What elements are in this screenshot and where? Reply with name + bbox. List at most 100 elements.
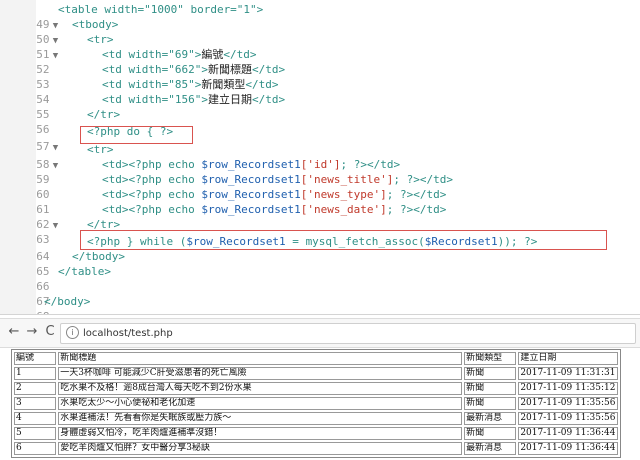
forward-arrow-icon[interactable]: → <box>24 324 40 340</box>
code-token: </table> <box>58 265 111 278</box>
code-token: <td> <box>102 188 129 201</box>
code-token: ['news_type'] <box>300 188 387 201</box>
code-text: 建立日期 <box>207 93 252 106</box>
cell-id: 2 <box>14 382 57 395</box>
code-editor[interactable]: 49 ▼ <table width="1000" border="1"> 50 ▼ … <box>0 0 640 315</box>
cell-title: 水果吃太少～小心便祕和老化加速 <box>58 397 463 410</box>
address-bar[interactable]: i localhost/test.php <box>60 323 636 344</box>
table-row: 5 身體虛弱又怕冷，吃羊肉爐進補準沒錯！ 新聞 2017-11-09 11:36… <box>14 427 618 440</box>
code-token: ['news_date'] <box>300 203 387 216</box>
cell-title: 水果進補法！先看看你是失眠族或壓力族～ <box>58 412 463 425</box>
code-line: 62 ▼ <td><?php echo $row_Recordset1['news… <box>0 202 446 231</box>
code-line: 68 </body> <box>0 294 90 314</box>
code-line: 65 </tbody> <box>0 249 125 278</box>
code-token: </tr> <box>87 108 121 121</box>
column-header: 編號 <box>14 352 57 365</box>
code-token: </tbody> <box>72 250 125 263</box>
code-token: <td width="85"> <box>102 78 202 91</box>
code-token: </td> <box>413 203 447 216</box>
code-token: $row_Recordset1 <box>201 203 301 216</box>
code-line: 64 <?php } while ($row_Recordset1 = mysq… <box>0 234 537 263</box>
info-icon[interactable]: i <box>66 325 79 339</box>
column-header: 新聞類型 <box>464 352 517 365</box>
code-token: ['news_title'] <box>300 173 394 186</box>
table-row: 1 一天3杯咖啡 可能減少C肝受滋患者的死亡風險 新聞 2017-11-09 1… <box>14 367 618 380</box>
code-token: </td> <box>251 63 286 76</box>
code-token: </td> <box>419 173 454 186</box>
code-token: <td width="156"> <box>102 93 208 106</box>
cell-title: 身體虛弱又怕冷，吃羊肉爐進補準沒錯！ <box>58 427 463 440</box>
cell-date: 2017-11-09 11:35:56 <box>518 397 618 410</box>
code-token: <tbody> <box>72 18 119 31</box>
code-line: 66 </table> <box>0 264 111 293</box>
code-line: 60 <td><?php echo $row_Recordset1['news_… <box>0 172 453 201</box>
column-header: 建立日期 <box>518 352 618 365</box>
code-token: <td> <box>102 173 129 186</box>
code-line: 50 ▼ <tbody> <box>0 17 118 46</box>
line-number: 68 <box>27 309 49 314</box>
back-arrow-icon[interactable]: ← <box>6 324 22 340</box>
code-token: $row_Recordset1 <box>201 188 301 201</box>
cell-type: 最新消息 <box>464 442 517 455</box>
code-token: <tr> <box>87 33 114 46</box>
code-line: 56 </tr> <box>0 107 120 136</box>
code-token: <table width="1000" border="1"> <box>58 3 264 16</box>
browser-toolbar: ← → C i localhost/test.php <box>0 318 640 348</box>
code-line: 57 ▼ <?php do { ?> <box>0 124 173 153</box>
code-token: <?php echo <box>128 173 202 186</box>
code-line: 53 <td width="662">新聞標題</td> <box>0 62 285 91</box>
code-token: <td> <box>102 158 129 171</box>
code-token: </td> <box>245 78 279 91</box>
code-token: </td> <box>413 188 447 201</box>
code-line: 67 <box>0 279 62 308</box>
cell-id: 6 <box>14 442 57 455</box>
highlight-box-while <box>80 230 607 250</box>
url-text: localhost/test.php <box>83 328 173 339</box>
table-row: 4 水果進補法！先看看你是失眠族或壓力族～ 最新消息 2017-11-09 11… <box>14 412 618 425</box>
code-token: $row_Recordset1 <box>201 158 301 171</box>
cell-date: 2017-11-09 11:36:44 <box>518 442 618 455</box>
cell-date: 2017-11-09 11:31:31 <box>518 367 618 380</box>
code-line: 55 <td width="156">建立日期</td> <box>0 92 285 121</box>
code-text: 新聞類型 <box>201 78 246 91</box>
code-line: 59 <td><?php echo $row_Recordset1['id'];… <box>0 157 400 186</box>
code-token: ; ?> <box>386 188 414 201</box>
code-line: 51 ▼ <tr> <box>0 32 113 61</box>
code-line: 58 ▼ <tr> <box>0 142 113 171</box>
cell-type: 新聞 <box>464 382 517 395</box>
code-line: 49 ▼ <table width="1000" border="1"> <box>0 2 263 31</box>
code-line: 52 <td width="69">編號</td> <box>0 47 256 76</box>
cell-title: 一天3杯咖啡 可能減少C肝受滋患者的死亡風險 <box>58 367 463 380</box>
code-token: <?php echo <box>128 158 202 171</box>
code-token: <?php echo <box>128 203 202 216</box>
code-line: 63 </tr> <box>0 217 120 246</box>
cell-type: 最新消息 <box>464 412 517 425</box>
table-header-row: 編號 新聞標題 新聞類型 建立日期 <box>14 352 618 365</box>
code-token: $row_Recordset1 <box>201 173 301 186</box>
cell-id: 5 <box>14 427 57 440</box>
table-row: 3 水果吃太少～小心便祕和老化加速 新聞 2017-11-09 11:35:56 <box>14 397 618 410</box>
cell-date: 2017-11-09 11:35:12 <box>518 382 618 395</box>
cell-id: 3 <box>14 397 57 410</box>
column-header: 新聞標題 <box>58 352 463 365</box>
code-token: ; ?> <box>340 158 367 171</box>
code-token: </td> <box>366 158 401 171</box>
code-token: </body> <box>44 295 91 308</box>
code-token: <td width="662"> <box>102 63 208 76</box>
cell-type: 新聞 <box>464 397 517 410</box>
cell-title: 愛吃羊肉爐又怕胖？女中醫分享3秘訣 <box>58 442 463 455</box>
cell-type: 新聞 <box>464 367 517 380</box>
cell-type: 新聞 <box>464 427 517 440</box>
code-token: <td width="69"> <box>102 48 202 61</box>
code-text: 新聞標題 <box>207 63 252 76</box>
table-row: 2 吃水果不及格！逾8成台灣人每天吃不到2份水果 新聞 2017-11-09 1… <box>14 382 618 395</box>
cell-id: 4 <box>14 412 57 425</box>
reload-icon[interactable]: C <box>42 324 58 340</box>
code-token: <?php echo <box>128 188 202 201</box>
table-row: 6 愛吃羊肉爐又怕胖？女中醫分享3秘訣 最新消息 2017-11-09 11:3… <box>14 442 618 455</box>
news-table: 編號 新聞標題 新聞類型 建立日期 1 一天3杯咖啡 可能減少C肝受滋患者的死亡… <box>11 349 621 458</box>
code-line: 54 <td width="85">新聞類型</td> <box>0 77 278 106</box>
code-token: ; ?> <box>386 203 414 216</box>
cell-date: 2017-11-09 11:36:44 <box>518 427 618 440</box>
code-token: ['id'] <box>300 158 341 171</box>
